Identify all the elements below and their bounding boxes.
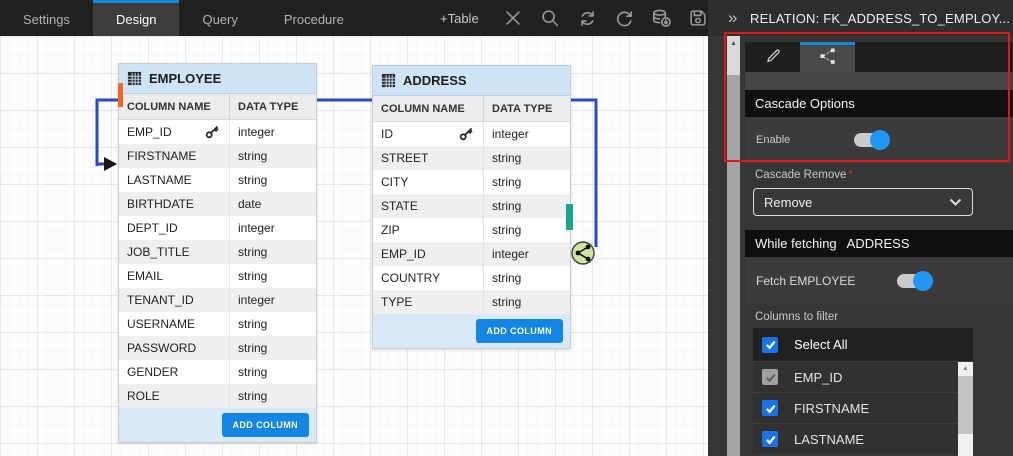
- filter-list-scrollbar[interactable]: ▲: [958, 362, 973, 456]
- checkbox-checked[interactable]: [762, 400, 778, 416]
- checkbox-checked[interactable]: [762, 431, 778, 447]
- check-icon: [764, 433, 777, 446]
- tab-relation[interactable]: [800, 42, 855, 72]
- columns-to-filter-label: Columns to filter: [755, 311, 838, 323]
- relation-properties-panel: » RELATION: FK_ADDRESS_TO_EMPLOY... ▲: [708, 0, 1013, 456]
- columns-filter-list: Select All EMP_ID FIRSTNAME LASTNAME: [753, 328, 973, 455]
- relation-connector[interactable]: [0, 36, 708, 456]
- filter-item-select-all[interactable]: Select All: [753, 328, 973, 362]
- panel-divider: [745, 72, 1013, 90]
- enable-toggle[interactable]: [852, 130, 890, 150]
- cascade-remove-select[interactable]: Remove: [753, 188, 973, 216]
- fetch-employee-toggle[interactable]: [895, 271, 933, 291]
- design-canvas[interactable]: EMPLOYEECOLUMN NAMEDATA TYPEEMP_IDintege…: [0, 36, 708, 456]
- tab-query[interactable]: Query: [179, 0, 260, 36]
- cascade-remove-label: Cascade Remove*: [755, 169, 853, 181]
- fetch-employee-label: Fetch EMPLOYEE: [756, 274, 855, 288]
- enable-label: Enable: [756, 134, 790, 146]
- close-icon[interactable]: [495, 0, 532, 36]
- scrollbar-thumb[interactable]: [958, 376, 973, 434]
- tab-procedure[interactable]: Procedure: [261, 0, 367, 36]
- tab-settings[interactable]: Settings: [0, 0, 93, 36]
- panel-title: RELATION: FK_ADDRESS_TO_EMPLOY...: [750, 11, 1010, 26]
- scroll-up-icon[interactable]: ▲: [727, 36, 740, 51]
- filter-item-label: LASTNAME: [794, 432, 864, 447]
- panel-scrollbar[interactable]: ▲: [727, 36, 740, 456]
- toolbar-tabs: SettingsDesignQueryProcedure: [0, 0, 367, 36]
- chevron-down-icon: [949, 193, 962, 211]
- refresh-icon[interactable]: [569, 0, 606, 36]
- pencil-icon: [763, 46, 783, 71]
- filter-item-emp_id[interactable]: EMP_ID: [753, 362, 973, 393]
- scroll-up-icon[interactable]: ▲: [958, 362, 973, 375]
- cascade-options-header: Cascade Options: [745, 90, 1013, 117]
- check-icon: [764, 338, 777, 351]
- panel-tabs: [745, 42, 1013, 72]
- checkbox-disabled-checked: [762, 369, 778, 385]
- enable-row: Enable: [745, 117, 1013, 163]
- while-fetching-header: While fetching ADDRESS: [745, 230, 1013, 257]
- panel-header: » RELATION: FK_ADDRESS_TO_EMPLOY...: [708, 0, 1013, 36]
- scrollbar-thumb[interactable]: [727, 51, 740, 75]
- database-designer-app: SettingsDesignQueryProcedure +Table: [0, 0, 1013, 456]
- redo-icon[interactable]: [606, 0, 643, 36]
- search-icon[interactable]: [532, 0, 569, 36]
- filter-item-firstname[interactable]: FIRSTNAME: [753, 393, 973, 424]
- tab-edit[interactable]: [745, 42, 800, 72]
- checkbox-checked[interactable]: [762, 337, 778, 353]
- filter-item-label: FIRSTNAME: [794, 401, 869, 416]
- check-icon: [764, 371, 777, 384]
- relation-icon: [818, 46, 838, 71]
- tab-design[interactable]: Design: [93, 0, 179, 36]
- fetch-row: Fetch EMPLOYEE: [745, 258, 1013, 304]
- add-table-button[interactable]: +Table: [440, 11, 479, 26]
- collapse-panel-icon[interactable]: »: [728, 8, 750, 28]
- db-export-icon[interactable]: [643, 0, 680, 36]
- filter-item-lastname[interactable]: LASTNAME: [753, 424, 973, 455]
- filter-item-label: EMP_ID: [794, 370, 842, 385]
- filter-item-label: Select All: [794, 337, 847, 352]
- toolbar-actions: +Table: [440, 0, 717, 36]
- check-icon: [764, 402, 777, 415]
